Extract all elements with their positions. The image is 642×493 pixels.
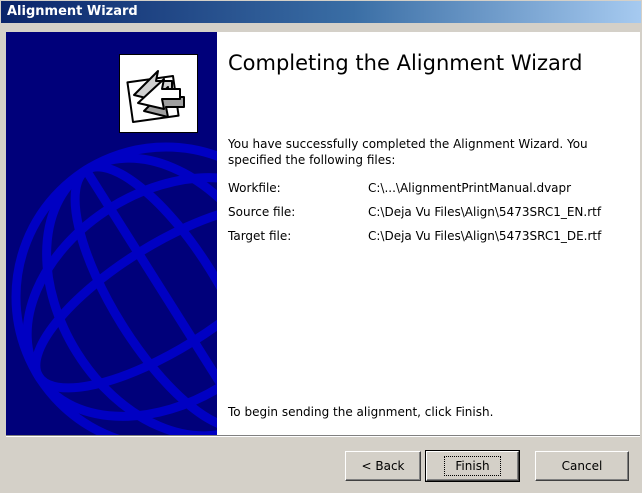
- cancel-button[interactable]: Cancel: [535, 451, 629, 481]
- workfile-label: Workfile:: [228, 181, 281, 195]
- workfile-value: C:\...\AlignmentPrintManual.dvapr: [368, 181, 572, 195]
- target-file-label: Target file:: [228, 229, 292, 243]
- intro-text: You have successfully completed the Alig…: [228, 137, 588, 167]
- finish-instruction: To begin sending the alignment, click Fi…: [228, 405, 494, 419]
- back-button[interactable]: < Back: [345, 451, 421, 481]
- window-title: Alignment Wizard: [7, 4, 138, 19]
- cancel-button-label: Cancel: [561, 459, 603, 473]
- source-file-label: Source file:: [228, 205, 296, 219]
- title-bar[interactable]: Alignment Wizard: [1, 1, 641, 23]
- finish-button-label: Finish: [444, 456, 501, 476]
- page-title: Completing the Alignment Wizard: [228, 51, 583, 75]
- footer-divider-highlight: [6, 436, 640, 437]
- finish-button[interactable]: Finish: [425, 450, 520, 482]
- target-file-value: C:\Deja Vu Files\Align\5473SRC1_DE.rtf: [368, 229, 602, 243]
- back-button-label: < Back: [361, 459, 405, 473]
- wizard-logo: [119, 54, 198, 133]
- align-arrows-icon: [126, 70, 185, 124]
- source-file-value: C:\Deja Vu Files\Align\5473SRC1_EN.rtf: [368, 205, 602, 219]
